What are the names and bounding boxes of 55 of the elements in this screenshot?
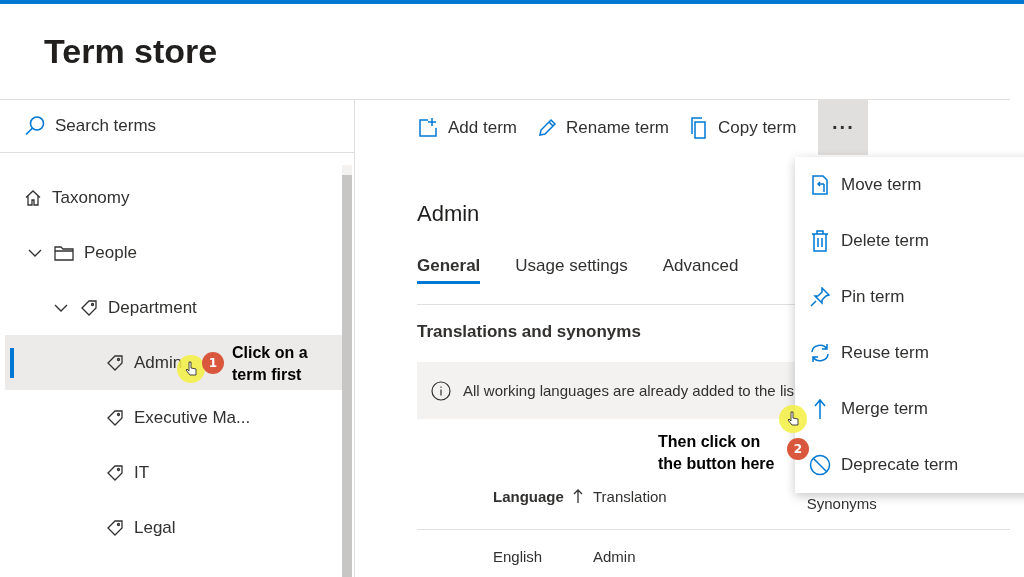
info-icon — [431, 380, 451, 401]
table-cell: Admin — [593, 547, 636, 565]
chevron-down-icon — [28, 247, 42, 258]
copy-term-button[interactable]: Copy term — [688, 116, 797, 139]
sort-arrow-icon — [572, 488, 583, 504]
tree-item[interactable]: Executive Ma... — [5, 390, 342, 445]
search-icon — [24, 115, 46, 137]
search-field[interactable]: Search terms — [0, 100, 354, 153]
menu-item[interactable]: Delete term — [809, 213, 1024, 269]
tree-item[interactable]: People — [5, 225, 342, 280]
refresh-icon — [809, 343, 831, 363]
tag-icon — [106, 408, 124, 427]
tree-item[interactable]: Taxonomy — [5, 170, 342, 225]
section-title: Translations and synonyms — [417, 322, 642, 343]
add-term-button[interactable]: Add term — [417, 116, 517, 139]
menu-item[interactable]: Move term — [809, 157, 1024, 213]
pin-icon — [809, 287, 831, 307]
page-title: Term store — [44, 32, 218, 71]
menu-item[interactable]: Reuse term — [809, 325, 1024, 381]
tag-icon — [106, 353, 124, 372]
info-text: All working languages are already added to the lis — [463, 382, 795, 399]
more-button[interactable]: ··· — [818, 100, 869, 155]
tag-icon — [106, 463, 124, 482]
trash-icon — [809, 230, 831, 252]
rename-term-button[interactable]: Rename term — [537, 117, 669, 138]
tag-icon — [80, 298, 98, 317]
callout-text: Click on a term first — [232, 343, 309, 385]
step-number-badge: 2 — [787, 438, 809, 460]
menu-item[interactable]: Pin term — [809, 269, 1024, 325]
tree-item[interactable]: IT — [5, 445, 342, 500]
search-input[interactable]: Search terms — [55, 116, 305, 136]
tree-item[interactable]: Legal — [5, 500, 342, 555]
tag-icon — [106, 518, 124, 537]
tab[interactable]: Usage settings — [515, 251, 628, 284]
chevron-down-icon — [54, 302, 68, 313]
tab[interactable]: General — [417, 251, 481, 284]
tree-item[interactable]: Department — [5, 280, 342, 335]
table-cell: English — [493, 547, 543, 565]
term-title: Admin — [417, 201, 481, 228]
column-header[interactable]: Language — [493, 487, 564, 505]
folder-icon — [54, 244, 74, 261]
scrollbar[interactable] — [342, 165, 352, 577]
copy-icon — [688, 116, 709, 139]
callout-text: Then click on the button here — [658, 432, 776, 474]
blocked-icon — [809, 454, 831, 476]
menu-item[interactable]: Merge term — [809, 381, 1024, 437]
home-icon — [24, 188, 42, 207]
column-header[interactable]: Synonyms — [806, 494, 877, 512]
pencil-icon — [537, 117, 557, 138]
column-header[interactable]: Translation — [593, 487, 667, 505]
tab[interactable]: Advanced — [662, 251, 739, 284]
menu-item[interactable]: Deprecate term — [809, 437, 1024, 493]
add-icon — [417, 116, 439, 139]
move-icon — [809, 174, 831, 196]
selection-indicator — [10, 348, 14, 378]
